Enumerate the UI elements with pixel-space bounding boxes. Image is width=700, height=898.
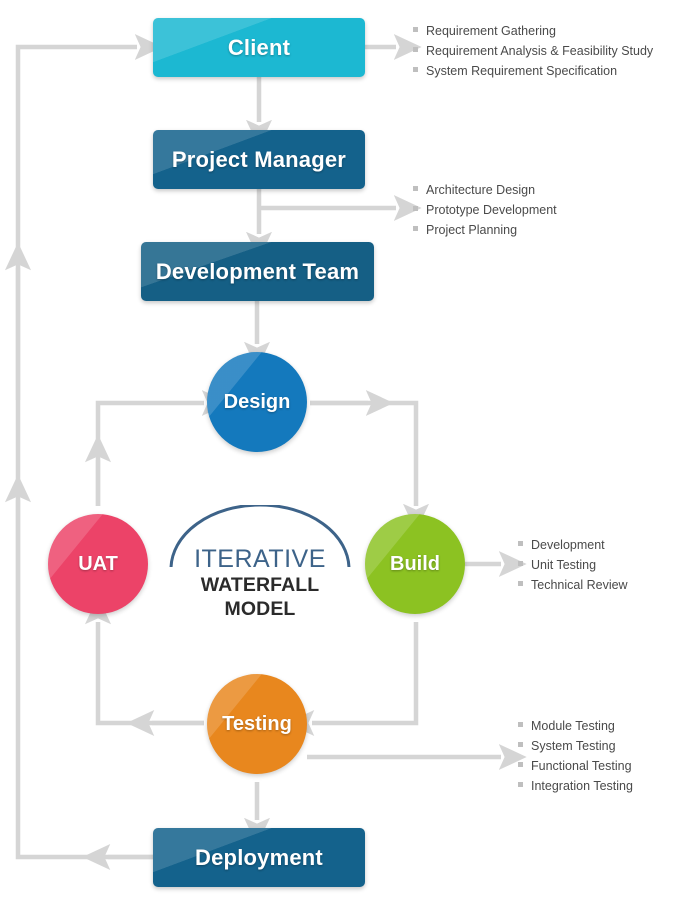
bullet-square-icon (518, 742, 523, 747)
bullet-square-icon (518, 782, 523, 787)
list-item: Module Testing (518, 719, 633, 739)
bullet-square-icon (518, 541, 523, 546)
connector-build-to-testing (286, 622, 419, 737)
node-client[interactable]: Client (153, 18, 365, 77)
connector-testing-to-uat (84, 596, 204, 726)
node-build[interactable]: Build (365, 514, 465, 614)
node-client-label: Client (227, 34, 291, 60)
list-item-label: Unit Testing (531, 558, 597, 572)
list-item-label: Requirement Analysis & Feasibility Study (426, 44, 654, 58)
bullet-square-icon (413, 67, 418, 72)
node-project-manager[interactable]: Project Manager (153, 130, 365, 189)
list-item-label: Technical Review (531, 578, 628, 592)
list-item-label: Architecture Design (426, 183, 536, 197)
connector-uat-to-design (95, 389, 230, 506)
list-client-activities: Requirement Gathering Requirement Analys… (413, 24, 653, 84)
node-development-team-label: Development Team (155, 258, 360, 284)
list-item-label: Requirement Gathering (426, 24, 556, 38)
bullet-square-icon (518, 561, 523, 566)
connector-design-to-build (310, 400, 430, 532)
list-item: Development (518, 538, 628, 558)
node-project-manager-label: Project Manager (171, 146, 347, 172)
node-testing-label: Testing (222, 712, 292, 735)
node-deployment[interactable]: Deployment (153, 828, 365, 887)
list-project-manager-activities: Architecture Design Prototype Developmen… (413, 183, 557, 243)
node-deployment-label: Deployment (195, 844, 323, 870)
node-testing[interactable]: Testing (207, 674, 307, 774)
list-item-label: Functional Testing (531, 759, 632, 773)
list-item-label: Module Testing (531, 719, 615, 733)
list-item: System Testing (518, 739, 633, 759)
node-build-label: Build (390, 552, 440, 575)
node-design[interactable]: Design (207, 352, 307, 452)
bullet-square-icon (518, 581, 523, 586)
bullet-square-icon (413, 27, 418, 32)
logo-line-waterfall: WATERFALL MODEL (200, 574, 320, 620)
list-item: Prototype Development (413, 203, 557, 223)
node-uat-label: UAT (78, 552, 118, 575)
list-item: Project Planning (413, 223, 557, 243)
node-development-team[interactable]: Development Team (141, 242, 374, 301)
node-design-label: Design (223, 390, 291, 413)
logo-line-iterative: ITERATIVE (194, 545, 326, 573)
bullet-square-icon (413, 226, 418, 231)
list-item: Functional Testing (518, 759, 633, 779)
bullet-square-icon (413, 186, 418, 191)
bullet-square-icon (518, 722, 523, 727)
node-uat[interactable]: UAT (48, 514, 148, 614)
gloss-overlay (365, 514, 465, 588)
list-item-label: Integration Testing (531, 779, 633, 793)
list-item: Requirement Gathering (413, 24, 653, 44)
bullet-square-icon (413, 206, 418, 211)
list-item: Technical Review (518, 578, 628, 598)
bullet-square-icon (518, 762, 523, 767)
list-testing-activities: Module Testing System Testing Functional… (518, 719, 633, 799)
bullet-square-icon (413, 47, 418, 52)
list-item-label: Prototype Development (426, 203, 557, 217)
gloss-overlay (207, 674, 307, 748)
list-item: Unit Testing (518, 558, 628, 578)
list-item-label: Project Planning (426, 223, 518, 237)
list-item: Architecture Design (413, 183, 557, 203)
list-item-label: Development (531, 538, 605, 552)
connector-deployment-feedback (15, 33, 163, 860)
list-build-activities: Development Unit Testing Technical Revie… (518, 538, 628, 598)
logo-text: ITERATIVE WATERFALL MODEL (165, 546, 355, 621)
list-item: Requirement Analysis & Feasibility Study (413, 44, 653, 64)
center-logo: ITERATIVE WATERFALL MODEL (165, 503, 355, 620)
list-item: System Requirement Specification (413, 64, 653, 84)
list-item-label: System Testing (531, 739, 616, 753)
list-item: Integration Testing (518, 779, 633, 799)
gloss-overlay (207, 352, 307, 426)
list-item-label: System Requirement Specification (426, 64, 618, 78)
diagram-canvas: Client Project Manager Development Team … (0, 0, 700, 898)
gloss-overlay (48, 514, 148, 588)
